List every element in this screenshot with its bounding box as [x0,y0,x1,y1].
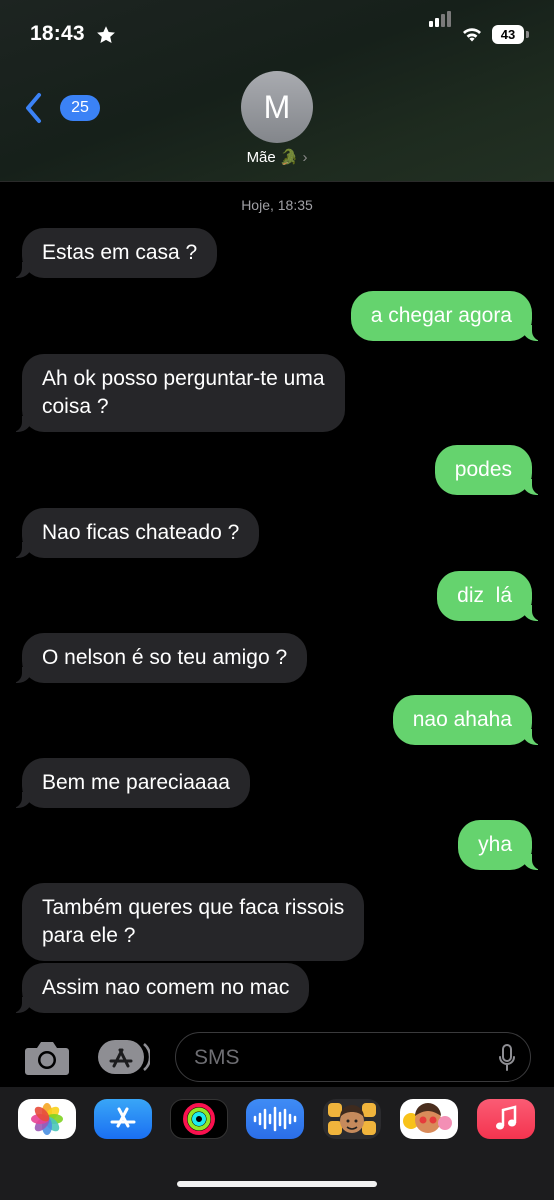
memoji-app-icon[interactable] [323,1099,381,1139]
message-bubble-incoming[interactable]: Bem me pareciaaaa [10,758,250,808]
app-store-app-icon[interactable] [94,1099,152,1139]
app-store-icon[interactable] [98,1040,150,1074]
camera-icon[interactable] [24,1039,70,1077]
conversation-timestamp: Hoje, 18:35 [241,197,313,213]
chevron-right-icon: › [302,149,308,166]
contact-name-row[interactable]: Mãe 🐊 › [0,148,554,166]
photos-app-icon[interactable] [18,1099,76,1139]
status-time: 18:43 [30,22,85,45]
sms-input[interactable] [192,1041,476,1075]
conversation-header: 18:43 43 25 M Mãe 🐊 › [0,0,554,182]
activity-app-icon[interactable] [170,1099,228,1139]
avatar-initial: M [263,88,291,125]
memoji-stickers-app-icon[interactable] [400,1099,458,1139]
contact-name: Mãe [246,149,276,166]
wifi-icon [463,28,481,42]
chevron-left-icon [26,93,41,123]
sms-input-field[interactable] [175,1032,531,1082]
crocodile-emoji: 🐊 [279,149,299,166]
message-bubble-incoming[interactable]: Assim nao comem no mac [9,963,310,1013]
star-icon [97,26,115,43]
unread-count-badge: 25 [60,95,100,121]
music-app-icon[interactable] [477,1099,535,1139]
battery-cap [526,31,529,38]
message-bubble-incoming[interactable]: Ah ok posso perguntar-te uma coisa ? [10,354,345,432]
battery-indicator: 43 [492,25,524,44]
message-bubble-outgoing[interactable]: a chegar agora [350,291,545,341]
message-bubble-outgoing[interactable]: yha [458,820,544,870]
message-bubble-incoming[interactable]: Também queres que faca rissois para ele … [22,883,365,961]
audio-message-app-icon[interactable] [246,1099,304,1139]
message-bubble-outgoing[interactable]: nao ahaha [392,695,545,745]
message-bubble-outgoing[interactable]: podes [434,445,545,495]
contact-avatar[interactable]: M [241,71,313,143]
home-indicator[interactable] [177,1181,377,1187]
message-bubble-outgoing[interactable]: diz lá [437,571,544,621]
message-bubble-incoming[interactable]: Estas em casa ? [9,228,218,278]
microphone-icon[interactable] [498,1044,516,1072]
back-button[interactable]: 25 [20,88,100,128]
message-bubble-incoming[interactable]: O nelson é so teu amigo ? [9,633,308,683]
message-bubble-incoming[interactable]: Nao ficas chateado ? [9,508,260,558]
